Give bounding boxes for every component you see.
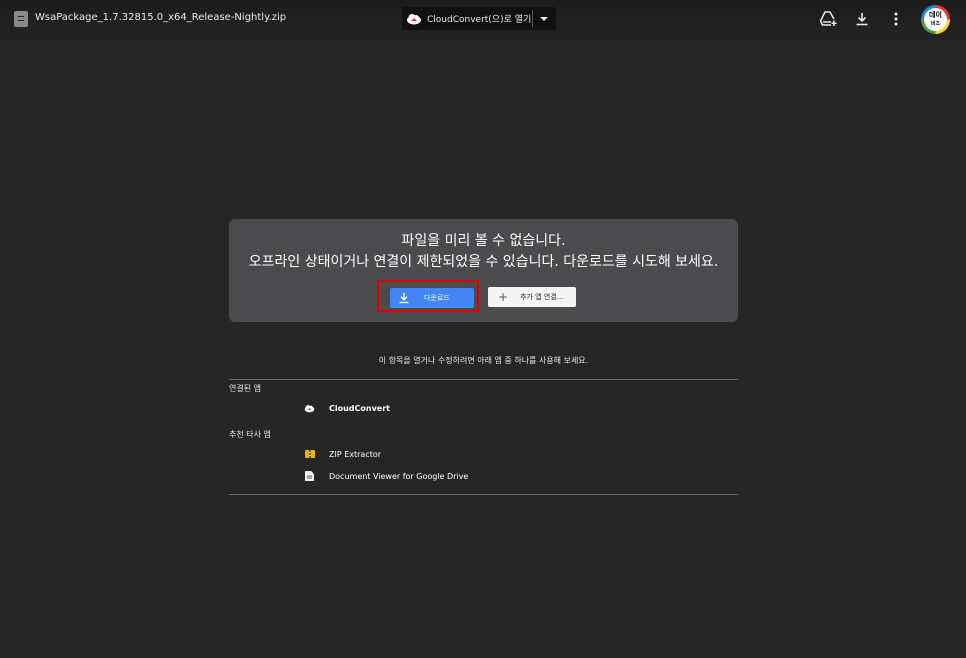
more-vert-icon (894, 12, 898, 26)
connected-apps-heading: 연결된 앱 (229, 384, 261, 393)
open-with-label: CloudConvert(으)로 열기 (427, 15, 532, 25)
app-row-document-viewer[interactable]: Document Viewer for Google Drive (304, 469, 468, 483)
add-to-drive-icon (819, 11, 837, 27)
download-button-label: 다운로드 (424, 294, 450, 302)
avatar-badge: 데이 비즈 (924, 8, 947, 31)
no-preview-title: 파일을 미리 볼 수 없습니다. (401, 233, 566, 249)
app-label: Document Viewer for Google Drive (329, 471, 469, 481)
cloudconvert-icon (304, 403, 315, 414)
divider-top (229, 379, 738, 380)
add-to-drive-button[interactable] (819, 10, 837, 28)
open-with-control: CloudConvert(으)로 열기 (402, 7, 556, 30)
app-label: ZIP Extractor (329, 449, 382, 459)
file-name: WsaPackage_1.7.32815.0_x64_Release-Night… (35, 12, 287, 23)
avatar-text-line2: 비즈 (930, 21, 941, 27)
account-avatar[interactable]: 데이 비즈 (921, 5, 950, 34)
download-icon (399, 293, 409, 304)
download-top-button[interactable] (853, 10, 871, 28)
archive-file-icon (14, 11, 28, 27)
drive-file-preview-page: WsaPackage_1.7.32815.0_x64_Release-Night… (0, 0, 966, 658)
zip-extractor-icon (304, 449, 315, 460)
download-button[interactable]: 다운로드 (390, 288, 474, 308)
suggested-apps-heading: 추천 타사 앱 (229, 430, 271, 439)
avatar-text-line1: 데이 (929, 11, 942, 19)
more-options-button[interactable] (887, 10, 905, 28)
connect-more-apps-button[interactable]: + 추가 앱 연결... (488, 287, 576, 307)
app-row-cloudconvert[interactable]: CloudConvert (304, 401, 390, 415)
app-row-zip-extractor[interactable]: ZIP Extractor (304, 447, 381, 461)
divider-bottom (229, 494, 738, 495)
document-viewer-icon (304, 471, 315, 482)
open-with-button[interactable]: CloudConvert(으)로 열기 (402, 7, 532, 30)
connect-more-apps-label: 추가 앱 연결... (520, 293, 564, 301)
top-bar: WsaPackage_1.7.32815.0_x64_Release-Night… (0, 0, 966, 40)
chevron-down-icon (540, 16, 548, 21)
download-icon (856, 13, 868, 26)
apps-hint: 이 항목을 열거나 수정하려면 아래 앱 중 하나를 사용해 보세요. (378, 356, 589, 365)
app-label: CloudConvert (329, 403, 391, 413)
no-preview-card: 파일을 미리 볼 수 없습니다. 오프라인 상태이거나 연결이 제한되었을 수 … (229, 219, 738, 322)
plus-icon: + (498, 290, 509, 304)
no-preview-description: 오프라인 상태이거나 연결이 제한되었을 수 있습니다. 다운로드를 시도해 보… (248, 254, 719, 270)
cloudconvert-icon (407, 13, 421, 24)
open-with-dropdown[interactable] (533, 7, 555, 30)
